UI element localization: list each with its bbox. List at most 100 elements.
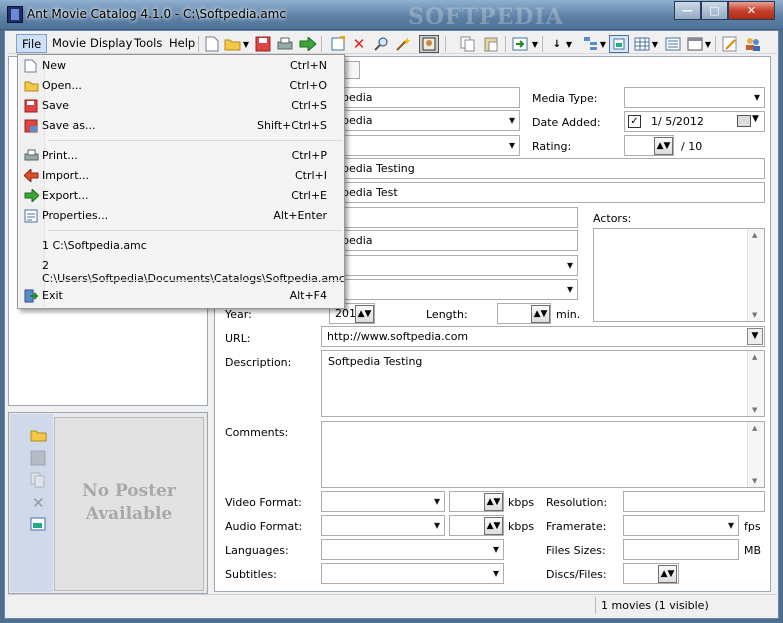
status-divider bbox=[595, 597, 596, 614]
file-menu-dropdown: New Ctrl+N Open... Ctrl+O Save Ctrl+S Sa… bbox=[17, 54, 345, 309]
borrower-select[interactable] bbox=[336, 255, 578, 276]
menu-item-exit[interactable]: Exit Alt+F4 bbox=[21, 286, 341, 306]
open-folder-icon bbox=[24, 79, 39, 93]
list-view-icon[interactable] bbox=[663, 35, 683, 53]
url-dropdown-button[interactable]: ▼ bbox=[747, 328, 763, 345]
grid-view-icon[interactable] bbox=[632, 35, 652, 53]
menu-item-label: Exit bbox=[42, 289, 63, 302]
resolution-field[interactable] bbox=[623, 491, 765, 512]
add-movie-icon[interactable] bbox=[328, 35, 348, 53]
chevron-down-icon[interactable]: ▼ bbox=[241, 35, 251, 53]
actors-textarea[interactable] bbox=[593, 228, 765, 322]
date-added-checkbox[interactable]: ✓ bbox=[628, 115, 641, 128]
comments-textarea[interactable] bbox=[321, 421, 765, 488]
translated-title-field[interactable]: pedia bbox=[336, 110, 520, 131]
menu-item-open[interactable]: Open... Ctrl+O bbox=[21, 76, 341, 96]
paste-icon[interactable] bbox=[481, 35, 501, 53]
close-button[interactable]: ✕ bbox=[728, 1, 775, 20]
menu-item-recent-2[interactable]: 2 C:\Users\Softpedia\Documents\Catalogs\… bbox=[21, 256, 345, 285]
menu-help[interactable]: Help bbox=[164, 34, 200, 53]
minimize-button[interactable]: — bbox=[674, 1, 701, 20]
open-folder-icon[interactable] bbox=[223, 35, 243, 53]
subtitles-select[interactable] bbox=[321, 563, 504, 584]
chevron-down-icon[interactable]: ▼ bbox=[703, 35, 713, 53]
printer-icon[interactable] bbox=[275, 35, 295, 53]
description-textarea[interactable]: Softpedia Testing bbox=[321, 350, 765, 417]
picture-panel-icon[interactable] bbox=[30, 517, 48, 533]
delete-icon[interactable]: ✕ bbox=[32, 494, 45, 512]
chevron-down-icon[interactable]: ▼ bbox=[752, 114, 759, 124]
menu-item-shortcut: Alt+F4 bbox=[289, 289, 327, 302]
languages-select[interactable] bbox=[321, 539, 504, 560]
toolbar-separator bbox=[445, 36, 446, 52]
open-folder-icon[interactable] bbox=[30, 428, 48, 444]
media-type-label: Media Type: bbox=[532, 92, 598, 105]
app-film-icon[interactable] bbox=[7, 6, 23, 23]
delete-icon[interactable]: ✕ bbox=[349, 35, 369, 53]
media-type-select[interactable] bbox=[624, 87, 765, 108]
url-field[interactable]: http://www.softpedia.com bbox=[321, 326, 765, 347]
picture-icon[interactable] bbox=[419, 35, 439, 53]
video-format-select[interactable] bbox=[321, 491, 445, 512]
discs-files-spinner[interactable]: ▲▼ bbox=[658, 565, 677, 583]
chevron-down-icon[interactable]: ▼ bbox=[564, 35, 574, 53]
video-bitrate-spinner[interactable]: ▲▼ bbox=[484, 493, 503, 511]
picture-panel-icon[interactable] bbox=[609, 35, 629, 53]
description-scrollbar[interactable] bbox=[747, 351, 764, 416]
menu-item-shortcut: Ctrl+E bbox=[291, 189, 327, 202]
length-spinner[interactable]: ▲▼ bbox=[531, 305, 550, 323]
properties-icon bbox=[24, 209, 39, 223]
director-select[interactable] bbox=[336, 135, 520, 156]
menu-item-label: Save as... bbox=[42, 119, 96, 132]
menu-item-new[interactable]: New Ctrl+N bbox=[21, 56, 341, 76]
framerate-select[interactable] bbox=[623, 515, 739, 536]
menu-item-label: Print... bbox=[42, 149, 78, 162]
save-icon[interactable] bbox=[30, 450, 48, 466]
details-view-icon[interactable] bbox=[685, 35, 705, 53]
menu-item-save[interactable]: Save Ctrl+S bbox=[21, 96, 341, 116]
menu-item-recent-1[interactable]: 1 C:\Softpedia.amc bbox=[21, 236, 341, 256]
actors-scrollbar[interactable] bbox=[747, 229, 764, 321]
calendar-icon[interactable] bbox=[737, 115, 751, 127]
producer-field[interactable]: pedia Testing bbox=[336, 158, 765, 179]
source-field[interactable]: pedia Test bbox=[336, 182, 765, 203]
country-field[interactable] bbox=[336, 207, 578, 228]
menu-item-print[interactable]: Print... Ctrl+P bbox=[21, 146, 341, 166]
category-field[interactable]: pedia bbox=[336, 230, 578, 251]
files-sizes-label: Files Sizes: bbox=[546, 544, 606, 557]
menu-item-save-as[interactable]: Save as... Shift+Ctrl+S bbox=[21, 116, 341, 136]
new-file-icon bbox=[24, 59, 39, 73]
chevron-down-icon[interactable]: ▼ bbox=[530, 35, 540, 53]
find-icon[interactable] bbox=[371, 35, 391, 53]
copy-icon[interactable] bbox=[30, 472, 48, 488]
comments-scrollbar[interactable] bbox=[747, 422, 764, 487]
rating-spinner[interactable]: ▲▼ bbox=[654, 137, 673, 155]
audio-format-select[interactable] bbox=[321, 515, 445, 536]
audio-bitrate-spinner[interactable]: ▲▼ bbox=[484, 517, 503, 535]
magic-wand-icon[interactable] bbox=[393, 35, 413, 53]
location-select[interactable] bbox=[336, 279, 578, 300]
go-to-icon[interactable] bbox=[510, 35, 530, 53]
no-poster-line2: Available bbox=[85, 504, 173, 524]
menu-item-export[interactable]: Export... Ctrl+E bbox=[21, 186, 341, 206]
files-sizes-field[interactable] bbox=[623, 539, 739, 560]
chevron-down-icon[interactable]: ▼ bbox=[598, 35, 608, 53]
copy-icon[interactable] bbox=[458, 35, 478, 53]
menu-toolbar: File Movie Display Tools Help ▼ ✕ ▼ ↓ ▼ … bbox=[8, 32, 777, 54]
year-spinner[interactable]: ▲▼ bbox=[355, 305, 374, 323]
menu-item-import[interactable]: Import... Ctrl+I bbox=[21, 166, 341, 186]
save-icon[interactable] bbox=[253, 35, 273, 53]
users-icon[interactable] bbox=[743, 35, 763, 53]
new-file-icon[interactable] bbox=[202, 35, 222, 53]
maximize-button[interactable]: □ bbox=[701, 1, 728, 20]
edit-note-icon[interactable] bbox=[720, 35, 740, 53]
toolbar-separator bbox=[542, 36, 543, 52]
description-label: Description: bbox=[225, 356, 292, 369]
export-arrow-icon[interactable] bbox=[298, 35, 318, 53]
watermark: SOFTPEDIA bbox=[408, 4, 564, 30]
menu-file[interactable]: File bbox=[16, 34, 48, 53]
original-title-field[interactable]: pedia bbox=[336, 87, 520, 108]
chevron-down-icon[interactable]: ▼ bbox=[650, 35, 660, 53]
menu-item-properties[interactable]: Properties... Alt+Enter bbox=[21, 206, 341, 226]
menu-tools[interactable]: Tools bbox=[129, 34, 167, 53]
